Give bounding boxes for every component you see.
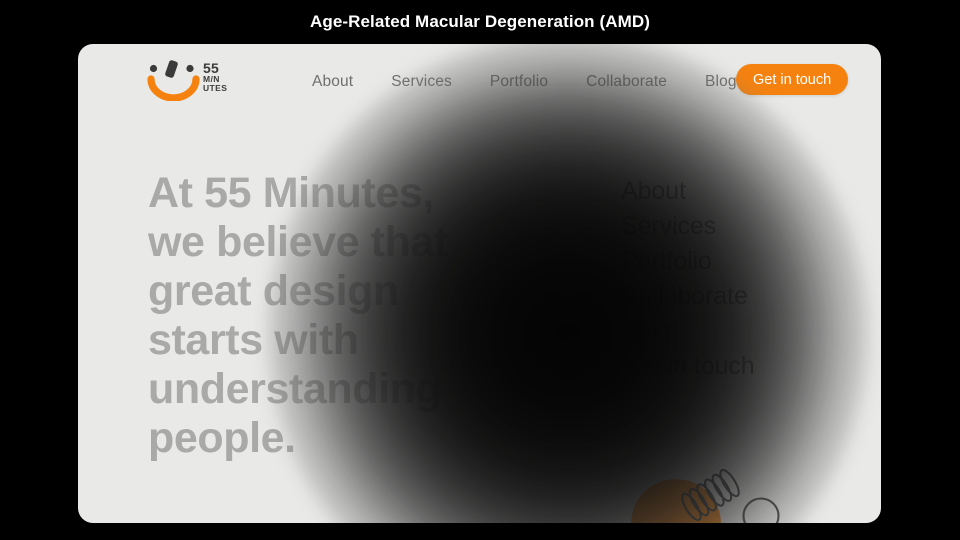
page-title: Age-Related Macular Degeneration (AMD) [309, 12, 651, 31]
logo-wordmark: 55 M/N UTES [203, 61, 255, 93]
site-logo[interactable]: 55 M/N UTES [145, 57, 257, 105]
get-in-touch-button[interactable]: Get in touch [736, 64, 849, 95]
website-preview-card: 55 M/N UTES About Services Portfolio Col… [78, 44, 881, 523]
nav-item-about[interactable]: About [312, 73, 353, 91]
logo-line-3: UTES [203, 82, 228, 93]
screenshot-stage: Age-Related Macular Degeneration (AMD) 5… [0, 0, 960, 540]
logo-line-1: 55 [203, 60, 219, 76]
smiley-face-logo-mark [147, 60, 200, 101]
